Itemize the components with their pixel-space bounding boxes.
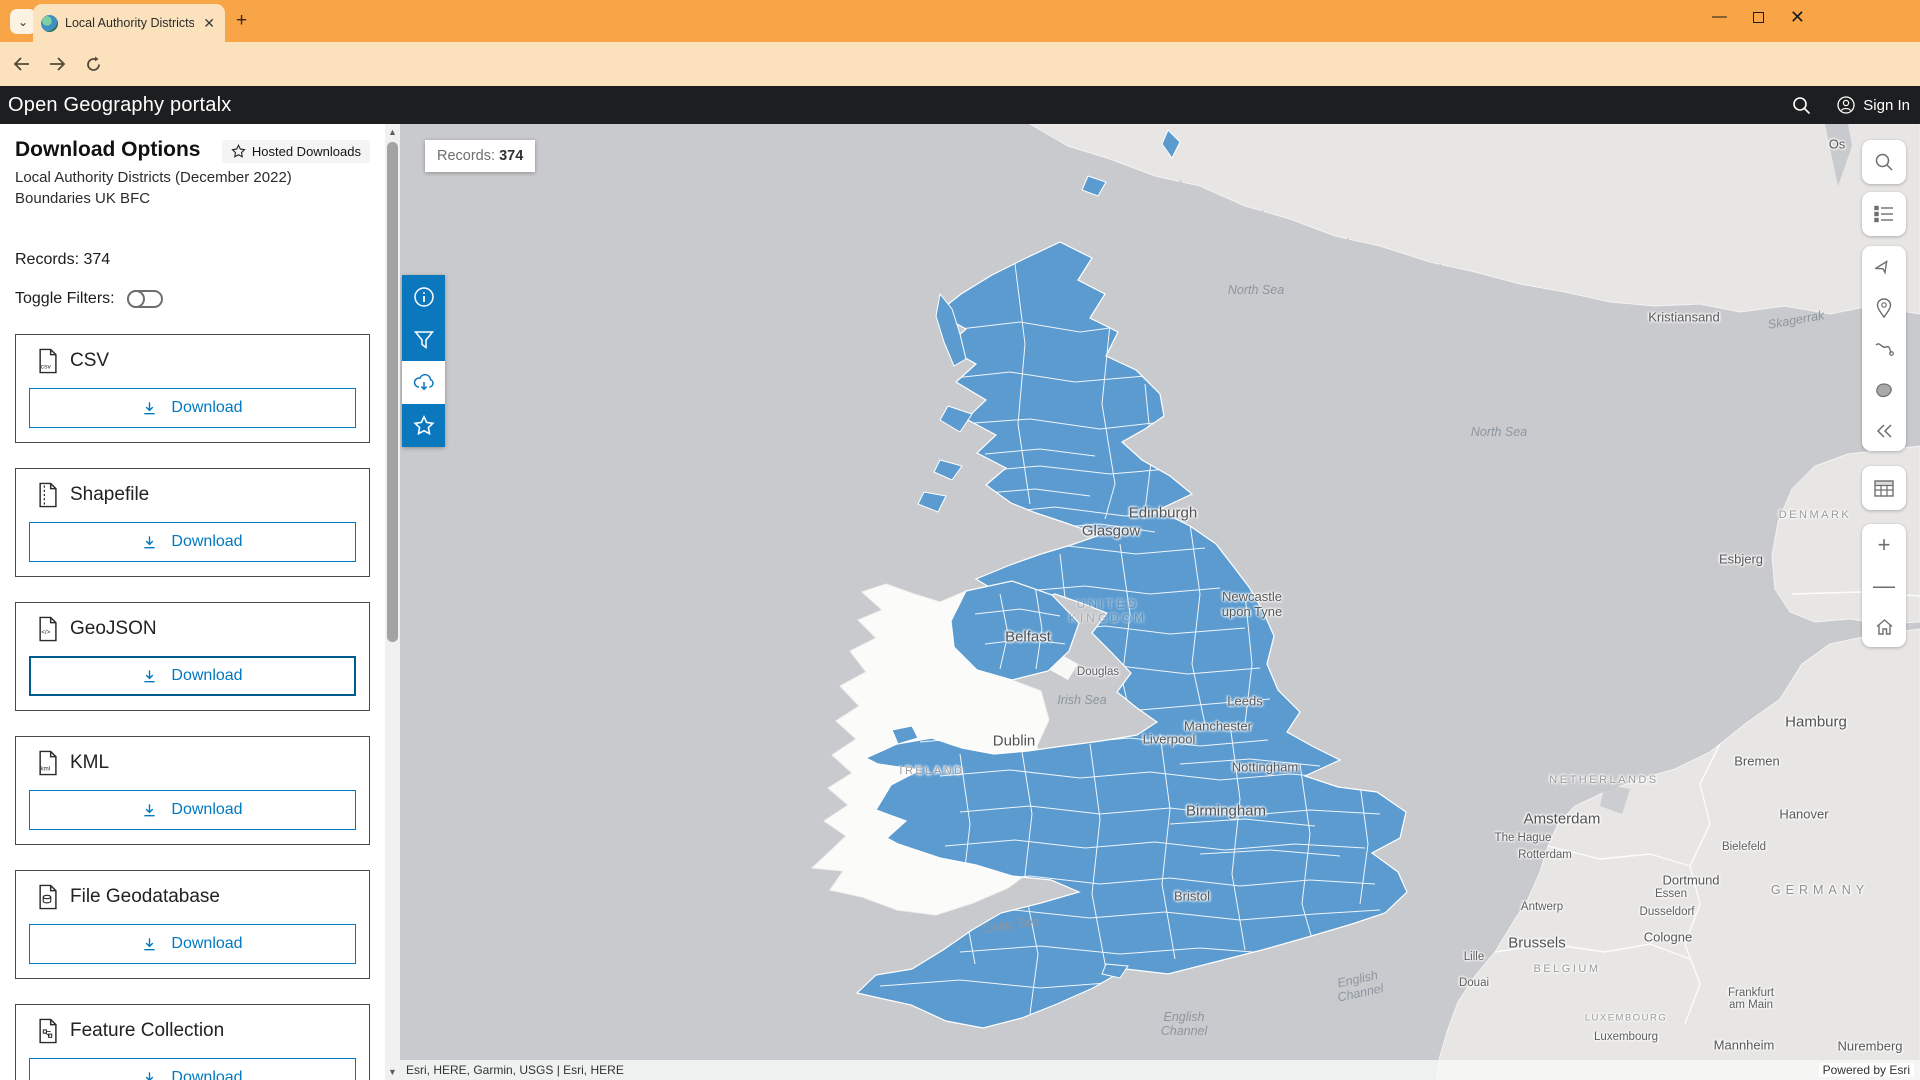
map-canvas[interactable]: OsNorth SeaKristiansandSkagerrakNorth Se…	[400, 124, 1920, 1080]
format-name: Shapefile	[70, 484, 149, 506]
scrollbar-thumb[interactable]	[387, 142, 398, 642]
format-card-feature-collection: Feature Collection Download	[15, 1004, 370, 1080]
map-tools-group	[1862, 246, 1906, 451]
download-button[interactable]: Download	[29, 790, 356, 830]
download-label: Download	[171, 801, 242, 819]
download-options-panel: Download Options Hosted Downloads Local …	[0, 124, 385, 1080]
format-card-list: CSV Download Shapefile Download GeoJSON …	[15, 334, 370, 1080]
hosted-downloads-button[interactable]: Hosted Downloads	[222, 140, 370, 163]
format-card-file-geodatabase: File Geodatabase Download	[15, 870, 370, 979]
window-minimize-button[interactable]: —	[1712, 6, 1727, 28]
attribution-text: Esri, HERE, Garmin, USGS | Esri, HERE	[406, 1063, 624, 1077]
filter-button[interactable]	[402, 318, 445, 361]
tab-title: Local Authority Districts (Decem	[65, 16, 194, 30]
favorite-button[interactable]	[402, 404, 445, 447]
measure-line-button[interactable]	[1862, 328, 1906, 369]
map-attribution: Esri, HERE, Garmin, USGS | Esri, HERE Po…	[400, 1060, 1920, 1080]
download-button[interactable]: Download	[29, 522, 356, 562]
info-button[interactable]	[402, 275, 445, 318]
tab-close-icon[interactable]: ✕	[201, 14, 217, 32]
toggle-filters-label: Toggle Filters:	[15, 290, 115, 308]
scroll-up-icon[interactable]: ▲	[385, 124, 400, 140]
download-icon	[142, 401, 157, 416]
dataset-subtitle: Local Authority Districts (December 2022…	[15, 168, 315, 209]
legend-list-button[interactable]	[1862, 192, 1906, 236]
zoom-out-button[interactable]: —	[1862, 565, 1906, 606]
header-search-icon[interactable]	[1792, 96, 1811, 115]
map-records-badge: Records: 374	[425, 140, 535, 172]
app-title: Open Geography portalx	[8, 94, 231, 117]
panel-title: Download Options	[15, 138, 200, 162]
toggle-filters-switch[interactable]	[127, 290, 163, 308]
icon-file-kml	[37, 750, 58, 776]
forward-button[interactable]	[42, 49, 72, 79]
user-icon	[1837, 96, 1855, 114]
map-table-control	[1862, 466, 1906, 510]
icon-file-code	[37, 616, 58, 642]
format-card-csv: CSV Download	[15, 334, 370, 443]
icon-file-csv	[37, 348, 58, 374]
map-action-rail	[402, 275, 445, 447]
download-button[interactable]: Download	[29, 656, 356, 696]
download-panel-button[interactable]	[402, 361, 445, 404]
download-button[interactable]: Download	[29, 1058, 356, 1080]
icon-file-shape	[37, 482, 58, 508]
lasso-select-button[interactable]	[1862, 369, 1906, 410]
download-label: Download	[171, 533, 242, 551]
scroll-down-icon[interactable]: ▼	[385, 1064, 400, 1080]
map-search-control	[1862, 140, 1906, 184]
powered-by-esri: Powered by Esri	[1819, 1063, 1914, 1077]
download-button[interactable]: Download	[29, 924, 356, 964]
download-label: Download	[171, 935, 242, 953]
format-name: GeoJSON	[70, 618, 157, 640]
format-name: KML	[70, 752, 109, 774]
browser-tab[interactable]: Local Authority Districts (Decem ✕	[33, 4, 225, 42]
format-card-shapefile: Shapefile Download	[15, 468, 370, 577]
download-label: Download	[171, 1069, 242, 1080]
pin-location-button[interactable]	[1862, 287, 1906, 328]
download-icon	[142, 535, 157, 550]
window-close-button[interactable]: ✕	[1790, 6, 1805, 28]
basemap	[400, 124, 1920, 1080]
collapse-toolbar-button[interactable]	[1862, 410, 1906, 451]
map-legend-control	[1862, 192, 1906, 236]
records-count: Records: 374	[15, 251, 370, 269]
new-tab-button[interactable]: +	[236, 12, 247, 30]
format-card-kml: KML Download	[15, 736, 370, 845]
download-icon	[142, 937, 157, 952]
download-icon	[142, 669, 157, 684]
home-extent-button[interactable]	[1862, 606, 1906, 647]
format-name: Feature Collection	[70, 1020, 224, 1042]
download-button[interactable]: Download	[29, 388, 356, 428]
attribute-table-button[interactable]	[1862, 466, 1906, 510]
browser-toolbar: geoportal.statistics.gov.uk/datasets/305…	[0, 42, 1920, 86]
star-icon	[231, 144, 246, 159]
download-icon	[142, 803, 157, 818]
reload-button[interactable]	[78, 49, 108, 79]
window-maximize-button[interactable]	[1753, 12, 1764, 23]
sign-in-button[interactable]: Sign In	[1837, 96, 1910, 114]
icon-file-gdb	[37, 884, 58, 910]
tab-favicon-icon	[41, 15, 58, 32]
back-button[interactable]	[6, 49, 36, 79]
zoom-in-button[interactable]: +	[1862, 524, 1906, 565]
download-label: Download	[171, 667, 242, 685]
download-label: Download	[171, 399, 242, 417]
icon-file-coll	[37, 1018, 58, 1044]
browser-tab-bar: ⌄ Local Authority Districts (Decem ✕ + —…	[0, 0, 1920, 42]
format-card-geojson: GeoJSON Download	[15, 602, 370, 711]
download-icon	[142, 1071, 157, 1080]
select-cursor-button[interactable]	[1862, 246, 1906, 287]
format-name: CSV	[70, 350, 109, 372]
sidebar-scrollbar[interactable]: ▲ ▼	[385, 124, 400, 1080]
app-header: Open Geography portalx Sign In	[0, 86, 1920, 124]
map-search-button[interactable]	[1862, 140, 1906, 184]
format-name: File Geodatabase	[70, 886, 220, 908]
map-zoom-control: + —	[1862, 524, 1906, 647]
